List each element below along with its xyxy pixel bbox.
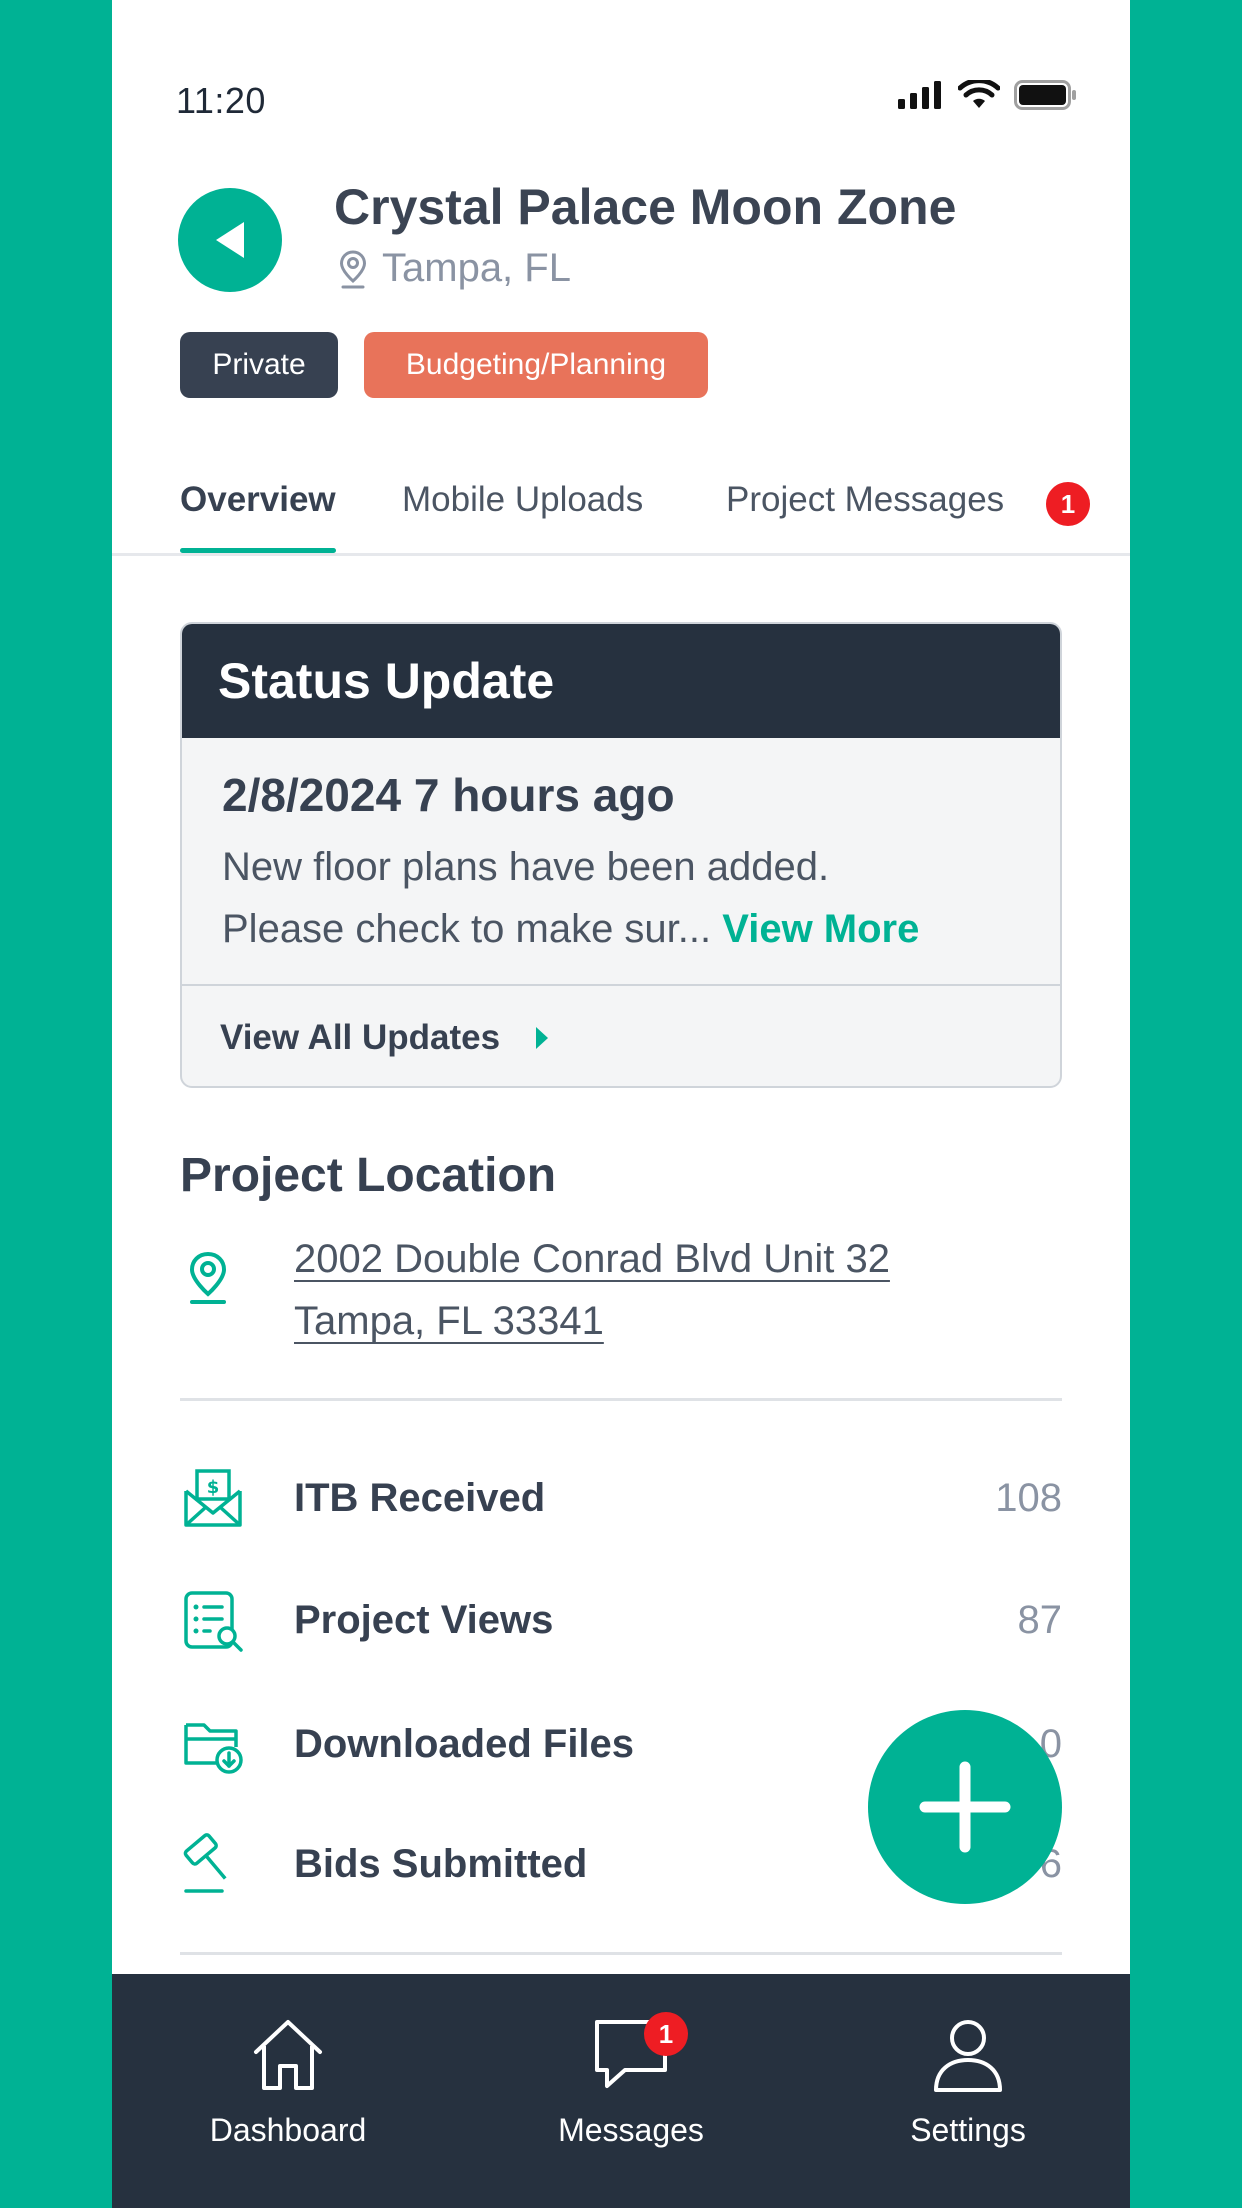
envelope-dollar-icon: $: [184, 1469, 242, 1527]
location-pin-icon: [339, 249, 367, 288]
address-line1: 2002 Double Conrad Blvd Unit 32: [294, 1237, 890, 1281]
view-more-link[interactable]: View More: [722, 907, 919, 951]
nav-dashboard-label: Dashboard: [209, 2112, 367, 2148]
view-all-updates-label: View All Updates: [220, 1018, 501, 1057]
back-button[interactable]: [178, 188, 282, 292]
svg-text:$: $: [207, 1477, 220, 1498]
app-screen: 11:20 Crystal Palace Moon Zone Tampa, FL…: [112, 0, 1130, 2208]
section-divider: [180, 1952, 1062, 1955]
bottom-nav: Dashboard Messages 1 Settings: [112, 1974, 1130, 2208]
status-update-heading: Status Update: [182, 624, 1060, 738]
stat-label: Bids Submitted: [294, 1841, 588, 1886]
battery-icon: [1014, 80, 1076, 110]
nav-dashboard[interactable]: Dashboard: [168, 2014, 408, 2149]
status-update-line1: New floor plans have been added.: [222, 845, 830, 889]
messages-tab-badge: 1: [1046, 482, 1090, 526]
gavel-icon: [183, 1833, 227, 1893]
home-icon: [254, 2020, 322, 2090]
status-update-card: Status Update 2/8/2024 7 hours ago New f…: [180, 622, 1062, 1088]
status-update-line2: Please check to make sur...: [222, 907, 712, 951]
nav-messages-label: Messages: [558, 2112, 704, 2148]
signal-icon: [898, 81, 941, 109]
project-address-link[interactable]: 2002 Double Conrad Blvd Unit 32 Tampa, F…: [294, 1228, 890, 1352]
phase-tag: Budgeting/Planning: [364, 332, 708, 398]
status-update-text: New floor plans have been added. Please …: [222, 836, 1042, 960]
stat-value: 87: [1017, 1597, 1063, 1642]
back-arrow-icon: [216, 222, 244, 258]
chevron-right-icon: [536, 1027, 549, 1049]
map-pin-icon: [189, 1251, 227, 1304]
nav-messages[interactable]: Messages: [511, 2014, 751, 2149]
tab-mobile-uploads[interactable]: Mobile Uploads: [402, 480, 643, 520]
stat-value: 108: [995, 1475, 1062, 1520]
wifi-icon: [958, 80, 1000, 108]
status-update-date: 2/8/2024 7 hours ago: [222, 769, 675, 821]
stat-label: Downloaded Files: [294, 1721, 635, 1766]
stat-label: Project Views: [294, 1597, 554, 1642]
project-location-heading: Project Location: [180, 1149, 557, 1202]
tab-overview[interactable]: Overview: [180, 480, 336, 553]
tab-bar: Overview Mobile Uploads Project Messages: [112, 470, 1130, 556]
nav-settings-label: Settings: [910, 2112, 1026, 2148]
stat-row-project-views[interactable]: Project Views 87: [180, 1580, 1062, 1660]
project-title: Crystal Palace Moon Zone: [334, 179, 957, 235]
address-line2: Tampa, FL 33341: [294, 1299, 604, 1343]
status-bar: 11:20: [112, 0, 1130, 200]
status-update-line2-wrap: Please check to make sur... View More: [222, 898, 1042, 960]
list-search-icon: [184, 1591, 243, 1652]
plus-icon: [919, 1761, 1011, 1853]
user-icon: [934, 2020, 1002, 2092]
messages-nav-badge: 1: [644, 2012, 688, 2056]
project-city: Tampa, FL: [382, 246, 571, 290]
folder-download-icon: [184, 1723, 243, 1774]
stat-row-itb-received[interactable]: $ ITB Received 108: [180, 1458, 1062, 1538]
tab-project-messages[interactable]: Project Messages: [726, 480, 1004, 520]
stat-label: ITB Received: [294, 1475, 546, 1520]
add-fab-button[interactable]: [868, 1710, 1062, 1904]
status-icons: [898, 80, 1078, 110]
privacy-tag: Private: [180, 332, 338, 398]
section-divider: [180, 1398, 1062, 1401]
view-all-updates-button[interactable]: View All Updates: [182, 984, 1060, 1086]
project-location-summary: Tampa, FL: [338, 246, 571, 291]
nav-settings[interactable]: Settings: [848, 2014, 1088, 2149]
status-time: 11:20: [176, 80, 266, 121]
